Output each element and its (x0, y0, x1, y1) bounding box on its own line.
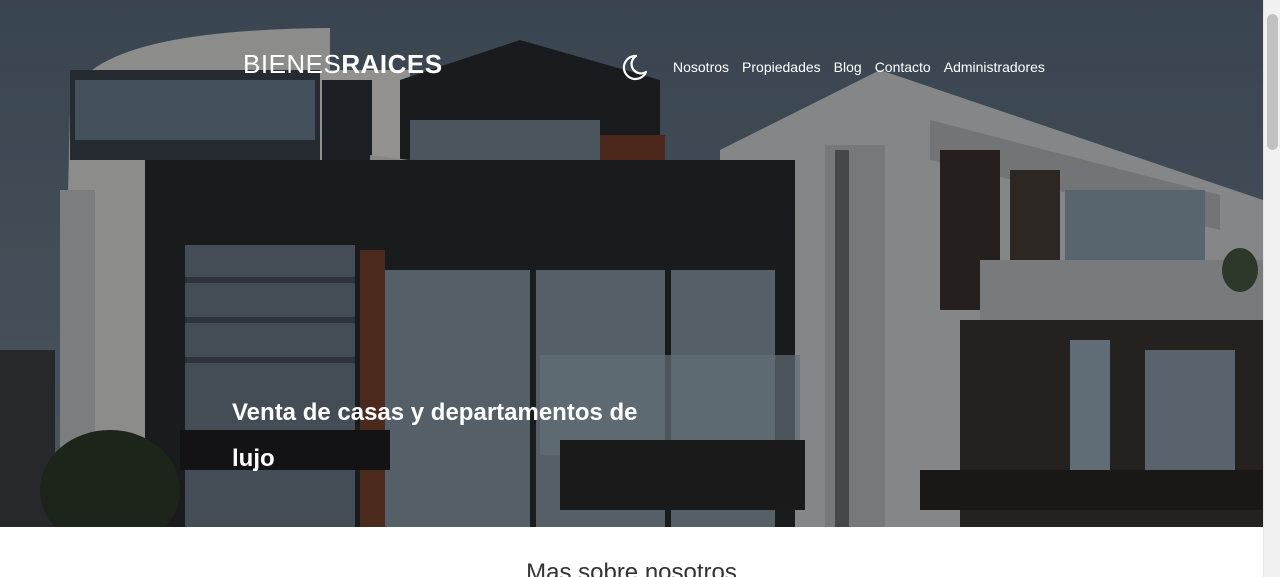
logo-text-light: BIENES (243, 49, 342, 79)
site-logo[interactable]: BIENESRAICES (243, 49, 443, 79)
hero-section: BIENESRAICES Nosotros Propiedades Blog C… (0, 0, 1263, 527)
scrollbar-thumb[interactable] (1267, 14, 1278, 150)
page: BIENESRAICES Nosotros Propiedades Blog C… (0, 0, 1280, 577)
main-navigation: Nosotros Propiedades Blog Contacto Admin… (673, 57, 1045, 77)
nav-link-nosotros[interactable]: Nosotros (673, 57, 729, 77)
dark-mode-toggle[interactable] (619, 52, 649, 82)
nav-link-contacto[interactable]: Contacto (875, 57, 931, 77)
about-section-heading: Mas sobre nosotros (526, 559, 737, 577)
logo-text-bold: RAICES (341, 49, 443, 79)
moon-icon (622, 54, 648, 81)
nav-link-administradores[interactable]: Administradores (944, 57, 1045, 77)
nav-link-blog[interactable]: Blog (834, 57, 862, 77)
vertical-scrollbar[interactable] (1263, 0, 1280, 577)
hero-title: Venta de casas y departamentos de lujo (232, 399, 638, 472)
nav-link-propiedades[interactable]: Propiedades (742, 57, 821, 77)
